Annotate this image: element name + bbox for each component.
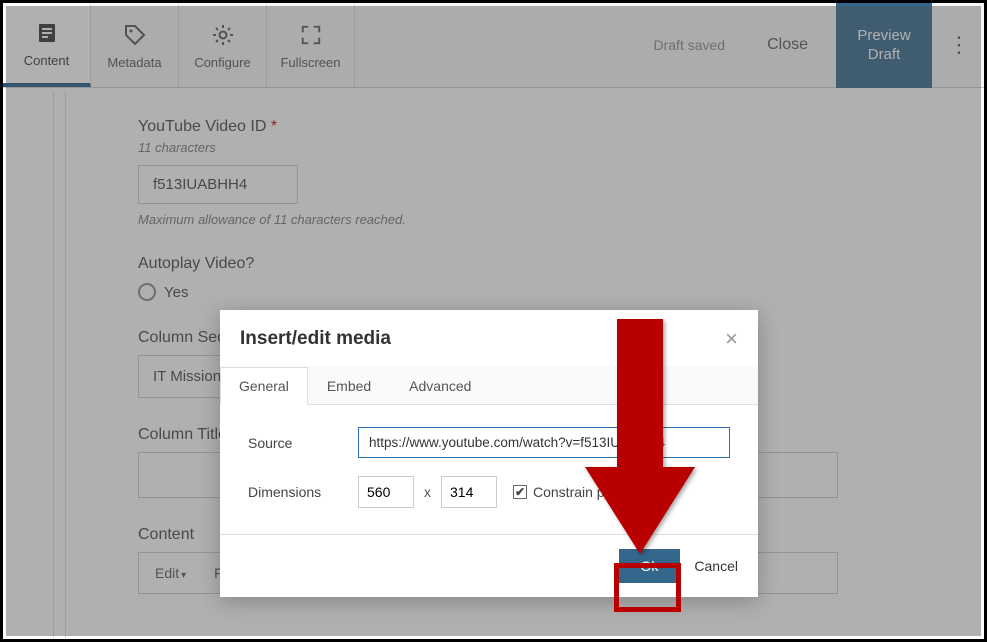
dialog-close-button[interactable]: ×	[725, 326, 738, 352]
editor-menu-edit[interactable]: Edit▾	[155, 565, 186, 581]
tag-icon	[123, 21, 147, 49]
dialog-tab-advanced[interactable]: Advanced	[390, 367, 490, 405]
article-icon	[35, 19, 59, 47]
draft-saved-text: Draft saved	[640, 37, 740, 53]
preview-draft-button[interactable]: Preview Draft	[836, 3, 932, 88]
fullscreen-icon	[300, 21, 322, 49]
dialog-title: Insert/edit media	[240, 328, 391, 350]
required-star: *	[271, 118, 277, 135]
autoplay-label: Autoplay Video?	[138, 255, 984, 273]
tab-configure-label: Configure	[194, 55, 250, 70]
dialog-tab-general[interactable]: General	[220, 367, 308, 405]
more-menu-button[interactable]: ⋮	[942, 3, 976, 88]
tab-content-label: Content	[24, 53, 70, 68]
dimensions-label: Dimensions	[248, 484, 358, 500]
source-label: Source	[248, 435, 358, 451]
autoplay-yes-radio[interactable]: Yes	[138, 283, 188, 301]
dialog-tab-embed[interactable]: Embed	[308, 367, 390, 405]
video-id-label: YouTube Video ID *	[138, 118, 984, 136]
tab-metadata-label: Metadata	[107, 55, 161, 70]
dimensions-x: x	[414, 484, 441, 500]
width-input[interactable]	[358, 476, 414, 508]
video-id-input[interactable]	[138, 165, 298, 204]
tab-fullscreen[interactable]: Fullscreen	[267, 3, 355, 87]
tab-metadata[interactable]: Metadata	[91, 3, 179, 87]
source-input[interactable]	[358, 427, 730, 458]
top-toolbar: Content Metadata Configure Fullscreen Dr…	[3, 3, 984, 88]
height-input[interactable]	[441, 476, 497, 508]
checkbox-checked-icon: ✔	[513, 485, 527, 499]
video-id-hint: 11 characters	[138, 140, 984, 155]
close-icon: ×	[725, 326, 738, 351]
video-id-help: Maximum allowance of 11 characters reach…	[138, 212, 984, 227]
radio-icon	[138, 283, 156, 301]
close-button[interactable]: Close	[749, 26, 826, 64]
insert-media-dialog: Insert/edit media × General Embed Advanc…	[220, 310, 758, 597]
toolbar-right: Draft saved Close Preview Draft ⋮	[640, 3, 985, 87]
cancel-button[interactable]: Cancel	[694, 558, 738, 574]
caret-down-icon: ▾	[181, 570, 186, 581]
constrain-checkbox[interactable]: ✔ Constrain proportions	[513, 484, 667, 500]
gear-icon	[211, 21, 235, 49]
ok-button[interactable]: Ok	[619, 549, 681, 583]
tab-content[interactable]: Content	[3, 3, 91, 87]
dialog-tabs: General Embed Advanced	[220, 366, 758, 405]
tab-fullscreen-label: Fullscreen	[281, 55, 341, 70]
tab-configure[interactable]: Configure	[179, 3, 267, 87]
vertical-dots-icon: ⋮	[948, 32, 970, 58]
